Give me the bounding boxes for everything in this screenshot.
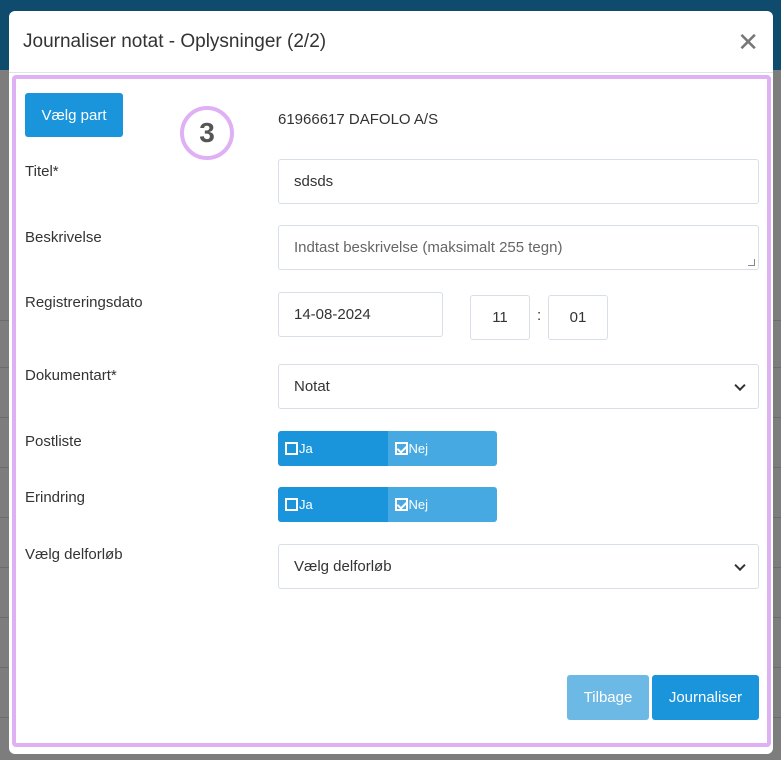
- date-value: 14-08-2024: [294, 306, 371, 323]
- time-separator: :: [537, 307, 542, 324]
- resize-handle-icon[interactable]: [748, 259, 755, 266]
- checkbox-unchecked-icon: [285, 442, 298, 455]
- postliste-yes[interactable]: Ja: [278, 431, 388, 466]
- subflow-label: Vælg delforløb: [25, 546, 123, 563]
- selected-party: 61966617 DAFOLO A/S: [278, 111, 439, 128]
- journalize-modal: Journaliser notat - Oplysninger (2/2) ✕ …: [9, 11, 773, 754]
- title-value: sdsds: [294, 173, 334, 190]
- yes-label: Ja: [299, 441, 313, 456]
- journalize-button[interactable]: Journaliser: [652, 675, 759, 720]
- erindring-label: Erindring: [25, 489, 86, 506]
- modal-title: Journaliser notat - Oplysninger (2/2): [23, 30, 327, 52]
- title-input[interactable]: sdsds: [278, 159, 759, 204]
- hour-value: 11: [492, 309, 508, 326]
- minute-input[interactable]: 01: [548, 295, 608, 340]
- back-button[interactable]: Tilbage: [567, 675, 649, 720]
- erindring-toggle: Ja Nej: [278, 487, 497, 522]
- description-placeholder: Indtast beskrivelse (maksimalt 255 tegn): [294, 239, 563, 256]
- chevron-down-icon: [734, 379, 746, 391]
- hour-input[interactable]: 11: [470, 295, 530, 340]
- title-label: Titel*: [25, 163, 59, 180]
- modal-header: Journaliser notat - Oplysninger (2/2): [9, 11, 773, 73]
- step-badge: 3: [180, 106, 234, 160]
- minute-value: 01: [569, 309, 587, 326]
- checkbox-checked-icon: [394, 498, 408, 511]
- doctype-value: Notat: [294, 378, 330, 395]
- choose-party-button[interactable]: Vælg part: [25, 93, 123, 137]
- date-label: Registreringsdato: [25, 294, 143, 311]
- doctype-select[interactable]: Notat: [278, 364, 759, 409]
- description-textarea[interactable]: Indtast beskrivelse (maksimalt 255 tegn): [278, 225, 759, 270]
- chevron-down-icon: [734, 559, 746, 571]
- form-area: Vælg part 3 61966617 DAFOLO A/S Titel* s…: [12, 75, 771, 747]
- subflow-select[interactable]: Vælg delforløb: [278, 544, 759, 589]
- postliste-label: Postliste: [25, 433, 82, 450]
- close-icon[interactable]: ✕: [737, 29, 759, 55]
- description-label: Beskrivelse: [25, 229, 102, 246]
- postliste-toggle: Ja Nej: [278, 431, 497, 466]
- no-label: Nej: [408, 441, 429, 456]
- checkbox-checked-icon: [394, 442, 408, 455]
- no-label: Nej: [408, 497, 429, 512]
- date-input[interactable]: 14-08-2024: [278, 292, 443, 337]
- erindring-no[interactable]: Nej: [387, 487, 497, 522]
- subflow-value: Vælg delforløb: [294, 558, 392, 575]
- erindring-yes[interactable]: Ja: [278, 487, 388, 522]
- postliste-no[interactable]: Nej: [387, 431, 497, 466]
- checkbox-unchecked-icon: [285, 498, 298, 511]
- yes-label: Ja: [299, 497, 313, 512]
- doctype-label: Dokumentart*: [25, 367, 117, 384]
